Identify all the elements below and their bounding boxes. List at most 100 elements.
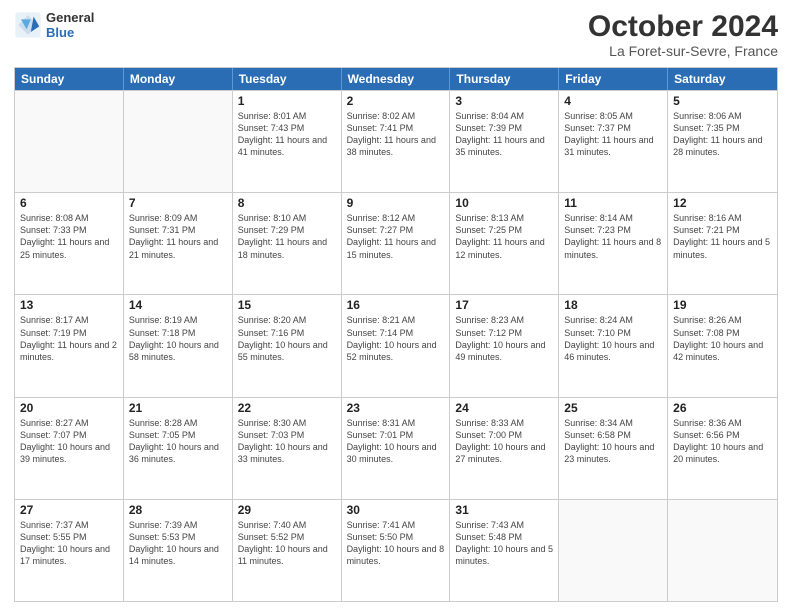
day-number: 15 [238, 298, 336, 312]
day-number: 24 [455, 401, 553, 415]
week-row-2: 6 Sunrise: 8:08 AM Sunset: 7:33 PM Daylig… [15, 192, 777, 294]
day-number: 27 [20, 503, 118, 517]
day-info: Sunrise: 8:06 AM Sunset: 7:35 PM Dayligh… [673, 110, 772, 159]
day-info: Sunrise: 8:12 AM Sunset: 7:27 PM Dayligh… [347, 212, 445, 261]
day-info: Sunrise: 8:19 AM Sunset: 7:18 PM Dayligh… [129, 314, 227, 363]
day-19: 19 Sunrise: 8:26 AM Sunset: 7:08 PM Dayli… [668, 295, 777, 396]
logo-icon [14, 11, 42, 39]
day-number: 16 [347, 298, 445, 312]
day-number: 30 [347, 503, 445, 517]
day-info: Sunrise: 8:26 AM Sunset: 7:08 PM Dayligh… [673, 314, 772, 363]
weekday-header: Saturday [668, 68, 777, 90]
logo-text: General Blue [46, 10, 94, 40]
logo-line1: General [46, 10, 94, 25]
day-info: Sunrise: 8:24 AM Sunset: 7:10 PM Dayligh… [564, 314, 662, 363]
day-info: Sunrise: 8:31 AM Sunset: 7:01 PM Dayligh… [347, 417, 445, 466]
day-21: 21Sunrise: 8:28 AM Sunset: 7:05 PM Dayli… [124, 398, 233, 499]
day-info: Sunrise: 8:33 AM Sunset: 7:00 PM Dayligh… [455, 417, 553, 466]
day-info: Sunrise: 8:36 AM Sunset: 6:56 PM Dayligh… [673, 417, 772, 466]
page-container: General Blue October 2024 La Foret-sur-S… [0, 0, 792, 612]
week-row-4: 20Sunrise: 8:27 AM Sunset: 7:07 PM Dayli… [15, 397, 777, 499]
calendar-header: SundayMondayTuesdayWednesdayThursdayFrid… [15, 68, 777, 90]
day-number: 5 [673, 94, 772, 108]
day-info: Sunrise: 8:28 AM Sunset: 7:05 PM Dayligh… [129, 417, 227, 466]
day-number: 22 [238, 401, 336, 415]
day-number: 6 [20, 196, 118, 210]
weekday-header: Monday [124, 68, 233, 90]
empty-cell [15, 91, 124, 192]
day-info: Sunrise: 7:41 AM Sunset: 5:50 PM Dayligh… [347, 519, 445, 568]
day-number: 1 [238, 94, 336, 108]
month-title: October 2024 [588, 10, 778, 43]
logo-line2: Blue [46, 25, 94, 40]
day-2: 2 Sunrise: 8:02 AM Sunset: 7:41 PM Daylig… [342, 91, 451, 192]
day-info: Sunrise: 8:08 AM Sunset: 7:33 PM Dayligh… [20, 212, 118, 261]
day-20: 20Sunrise: 8:27 AM Sunset: 7:07 PM Dayli… [15, 398, 124, 499]
day-number: 4 [564, 94, 662, 108]
day-5: 5 Sunrise: 8:06 AM Sunset: 7:35 PM Daylig… [668, 91, 777, 192]
day-31: 31Sunrise: 7:43 AM Sunset: 5:48 PM Dayli… [450, 500, 559, 601]
day-22: 22Sunrise: 8:30 AM Sunset: 7:03 PM Dayli… [233, 398, 342, 499]
day-number: 9 [347, 196, 445, 210]
day-number: 17 [455, 298, 553, 312]
day-12: 12Sunrise: 8:16 AM Sunset: 7:21 PM Dayli… [668, 193, 777, 294]
empty-cell [559, 500, 668, 601]
day-14: 14 Sunrise: 8:19 AM Sunset: 7:18 PM Dayli… [124, 295, 233, 396]
day-info: Sunrise: 8:04 AM Sunset: 7:39 PM Dayligh… [455, 110, 553, 159]
day-1: 1 Sunrise: 8:01 AM Sunset: 7:43 PM Daylig… [233, 91, 342, 192]
day-number: 18 [564, 298, 662, 312]
day-number: 8 [238, 196, 336, 210]
day-info: Sunrise: 8:13 AM Sunset: 7:25 PM Dayligh… [455, 212, 553, 261]
day-number: 26 [673, 401, 772, 415]
day-4: 4 Sunrise: 8:05 AM Sunset: 7:37 PM Daylig… [559, 91, 668, 192]
day-number: 23 [347, 401, 445, 415]
day-number: 25 [564, 401, 662, 415]
day-info: Sunrise: 7:40 AM Sunset: 5:52 PM Dayligh… [238, 519, 336, 568]
calendar: SundayMondayTuesdayWednesdayThursdayFrid… [14, 67, 778, 602]
day-26: 26 Sunrise: 8:36 AM Sunset: 6:56 PM Dayli… [668, 398, 777, 499]
week-row-5: 27 Sunrise: 7:37 AM Sunset: 5:55 PM Dayli… [15, 499, 777, 601]
day-info: Sunrise: 8:05 AM Sunset: 7:37 PM Dayligh… [564, 110, 662, 159]
day-9: 9 Sunrise: 8:12 AM Sunset: 7:27 PM Daylig… [342, 193, 451, 294]
week-row-3: 13Sunrise: 8:17 AM Sunset: 7:19 PM Dayli… [15, 294, 777, 396]
day-11: 11Sunrise: 8:14 AM Sunset: 7:23 PM Dayli… [559, 193, 668, 294]
day-8: 8 Sunrise: 8:10 AM Sunset: 7:29 PM Daylig… [233, 193, 342, 294]
day-13: 13Sunrise: 8:17 AM Sunset: 7:19 PM Dayli… [15, 295, 124, 396]
day-info: Sunrise: 8:23 AM Sunset: 7:12 PM Dayligh… [455, 314, 553, 363]
location: La Foret-sur-Sevre, France [588, 43, 778, 59]
day-number: 10 [455, 196, 553, 210]
day-7: 7Sunrise: 8:09 AM Sunset: 7:31 PM Daylig… [124, 193, 233, 294]
day-info: Sunrise: 8:01 AM Sunset: 7:43 PM Dayligh… [238, 110, 336, 159]
day-27: 27 Sunrise: 7:37 AM Sunset: 5:55 PM Dayli… [15, 500, 124, 601]
day-info: Sunrise: 8:16 AM Sunset: 7:21 PM Dayligh… [673, 212, 772, 261]
day-number: 19 [673, 298, 772, 312]
day-info: Sunrise: 8:14 AM Sunset: 7:23 PM Dayligh… [564, 212, 662, 261]
day-info: Sunrise: 8:34 AM Sunset: 6:58 PM Dayligh… [564, 417, 662, 466]
day-number: 20 [20, 401, 118, 415]
weekday-header: Thursday [450, 68, 559, 90]
day-3: 3 Sunrise: 8:04 AM Sunset: 7:39 PM Daylig… [450, 91, 559, 192]
day-number: 29 [238, 503, 336, 517]
day-info: Sunrise: 8:10 AM Sunset: 7:29 PM Dayligh… [238, 212, 336, 261]
day-info: Sunrise: 7:37 AM Sunset: 5:55 PM Dayligh… [20, 519, 118, 568]
day-number: 14 [129, 298, 227, 312]
day-17: 17 Sunrise: 8:23 AM Sunset: 7:12 PM Dayli… [450, 295, 559, 396]
empty-cell [668, 500, 777, 601]
day-info: Sunrise: 8:20 AM Sunset: 7:16 PM Dayligh… [238, 314, 336, 363]
day-number: 13 [20, 298, 118, 312]
day-number: 31 [455, 503, 553, 517]
day-number: 2 [347, 94, 445, 108]
day-25: 25 Sunrise: 8:34 AM Sunset: 6:58 PM Dayli… [559, 398, 668, 499]
header: General Blue October 2024 La Foret-sur-S… [14, 10, 778, 59]
day-18: 18 Sunrise: 8:24 AM Sunset: 7:10 PM Dayli… [559, 295, 668, 396]
weekday-header: Sunday [15, 68, 124, 90]
weekday-header: Wednesday [342, 68, 451, 90]
day-info: Sunrise: 8:02 AM Sunset: 7:41 PM Dayligh… [347, 110, 445, 159]
day-6: 6 Sunrise: 8:08 AM Sunset: 7:33 PM Daylig… [15, 193, 124, 294]
logo: General Blue [14, 10, 94, 40]
day-number: 3 [455, 94, 553, 108]
day-24: 24 Sunrise: 8:33 AM Sunset: 7:00 PM Dayli… [450, 398, 559, 499]
day-30: 30 Sunrise: 7:41 AM Sunset: 5:50 PM Dayli… [342, 500, 451, 601]
day-number: 7 [129, 196, 227, 210]
day-number: 28 [129, 503, 227, 517]
